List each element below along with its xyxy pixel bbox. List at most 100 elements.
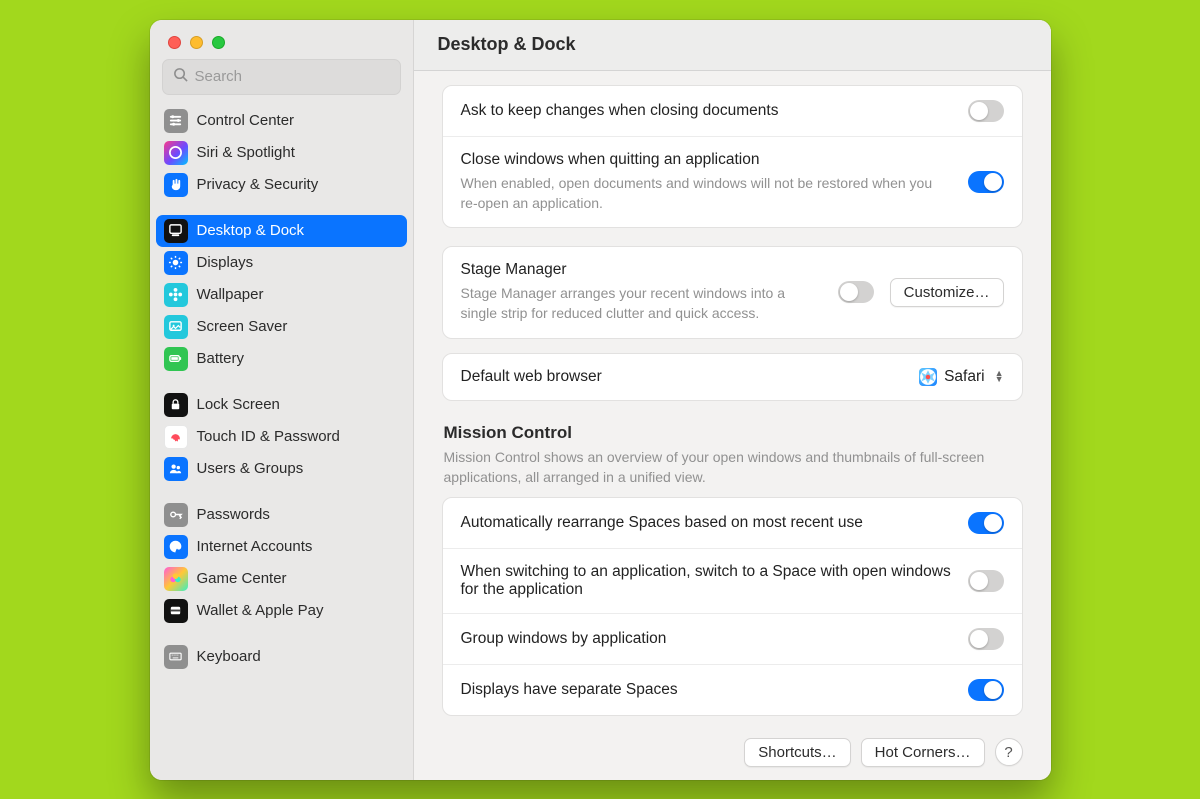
sidebar-item-touch-id-password[interactable]: Touch ID & Password (156, 421, 407, 453)
mission-row: Group windows by application (443, 613, 1022, 664)
sidebar-list: Control Center Siri & Spotlight Privacy & … (150, 105, 413, 685)
search-input[interactable] (195, 68, 394, 85)
mission-row: When switching to an application, switch… (443, 548, 1022, 613)
sidebar-item-users-groups[interactable]: Users & Groups (156, 453, 407, 485)
mission-control-header: Mission Control Mission Control shows an… (442, 419, 1023, 498)
ask-keep-row: Ask to keep changes when closing documen… (443, 86, 1022, 136)
sidebar-item-label: Control Center (197, 112, 295, 129)
sidebar-item-label: Battery (197, 350, 245, 367)
sidebar-item-passwords[interactable]: Passwords (156, 499, 407, 531)
key-icon (164, 503, 188, 527)
mission-row-label: Group windows by application (461, 630, 952, 648)
siri-icon (164, 141, 188, 165)
sidebar-item-privacy-security[interactable]: Privacy & Security (156, 169, 407, 201)
screensaver-icon (164, 315, 188, 339)
sidebar-item-desktop-dock[interactable]: Desktop & Dock (156, 215, 407, 247)
default-browser-select[interactable]: Safari ▲▼ (919, 368, 1003, 386)
default-browser-value: Safari (944, 368, 985, 386)
close-quit-row: Close windows when quitting an applicati… (443, 136, 1022, 228)
stage-customize-button[interactable]: Customize… (890, 278, 1004, 307)
sidebar-group: Control Center Siri & Spotlight Privacy & … (156, 105, 407, 201)
sidebar-item-battery[interactable]: Battery (156, 343, 407, 375)
browser-card: Default web browser Safari ▲▼ (442, 353, 1023, 401)
keyboard-icon (164, 645, 188, 669)
users-icon (164, 457, 188, 481)
sidebar-group: Lock Screen Touch ID & Password Users & Gr… (156, 389, 407, 485)
sidebar-item-lock-screen[interactable]: Lock Screen (156, 389, 407, 421)
footer-buttons: Shortcuts… Hot Corners… ? (442, 734, 1023, 767)
mission-row-label: Automatically rearrange Spaces based on … (461, 514, 952, 532)
search-field[interactable] (162, 59, 401, 95)
documents-card: Ask to keep changes when closing documen… (442, 85, 1023, 229)
mission-row-toggle[interactable] (968, 628, 1004, 650)
gamecenter-icon (164, 567, 188, 591)
shortcuts-button[interactable]: Shortcuts… (744, 738, 850, 767)
mission-row-label: Displays have separate Spaces (461, 681, 952, 699)
mission-row: Automatically rearrange Spaces based on … (443, 498, 1022, 548)
mission-row-toggle[interactable] (968, 570, 1004, 592)
at-icon (164, 535, 188, 559)
sidebar-item-keyboard[interactable]: Keyboard (156, 641, 407, 673)
stage-manager-card: Stage Manager Stage Manager arranges you… (442, 246, 1023, 339)
default-browser-label: Default web browser (461, 368, 904, 386)
sidebar-item-label: Wallet & Apple Pay (197, 602, 324, 619)
sidebar-item-siri-spotlight[interactable]: Siri & Spotlight (156, 137, 407, 169)
sidebar-item-label: Siri & Spotlight (197, 144, 295, 161)
sidebar-group: Passwords Internet Accounts Game Center Wal… (156, 499, 407, 627)
stage-manager-label: Stage Manager (461, 261, 822, 279)
mission-control-desc: Mission Control shows an overview of you… (444, 447, 1021, 488)
sun-icon (164, 251, 188, 275)
wallet-icon (164, 599, 188, 623)
stage-manager-toggle[interactable] (838, 281, 874, 303)
close-button[interactable] (168, 36, 181, 49)
mission-row-toggle[interactable] (968, 512, 1004, 534)
sidebar-item-label: Wallpaper (197, 286, 264, 303)
ask-keep-label: Ask to keep changes when closing documen… (461, 102, 952, 120)
minimize-button[interactable] (190, 36, 203, 49)
sidebar-item-wallet-apple-pay[interactable]: Wallet & Apple Pay (156, 595, 407, 627)
chevron-updown-icon: ▲▼ (995, 371, 1004, 382)
main-panel: Desktop & Dock Ask to keep changes when … (414, 20, 1051, 780)
sidebar-item-label: Internet Accounts (197, 538, 313, 555)
fullscreen-button[interactable] (212, 36, 225, 49)
hand-icon (164, 173, 188, 197)
help-button[interactable]: ? (995, 738, 1023, 766)
content-area: Ask to keep changes when closing documen… (414, 71, 1051, 780)
close-quit-desc: When enabled, open documents and windows… (461, 173, 952, 214)
sidebar-item-label: Desktop & Dock (197, 222, 305, 239)
mission-row-toggle[interactable] (968, 679, 1004, 701)
sidebar-item-wallpaper[interactable]: Wallpaper (156, 279, 407, 311)
sidebar-item-control-center[interactable]: Control Center (156, 105, 407, 137)
battery-icon (164, 347, 188, 371)
mission-control-title: Mission Control (444, 423, 1021, 443)
sliders-icon (164, 109, 188, 133)
page-title: Desktop & Dock (414, 20, 1051, 71)
sidebar-item-label: Users & Groups (197, 460, 304, 477)
sidebar: Control Center Siri & Spotlight Privacy & … (150, 20, 414, 780)
close-quit-label: Close windows when quitting an applicati… (461, 151, 952, 169)
sidebar-group: Desktop & Dock Displays Wallpaper Screen Sa… (156, 215, 407, 375)
sidebar-group: Keyboard (156, 641, 407, 673)
sidebar-item-label: Privacy & Security (197, 176, 319, 193)
sidebar-item-label: Game Center (197, 570, 287, 587)
system-settings-window: Control Center Siri & Spotlight Privacy & … (150, 20, 1051, 780)
sidebar-item-displays[interactable]: Displays (156, 247, 407, 279)
sidebar-item-internet-accounts[interactable]: Internet Accounts (156, 531, 407, 563)
sidebar-item-label: Screen Saver (197, 318, 288, 335)
safari-icon (919, 368, 937, 386)
ask-keep-toggle[interactable] (968, 100, 1004, 122)
sidebar-item-label: Displays (197, 254, 254, 271)
sidebar-item-game-center[interactable]: Game Center (156, 563, 407, 595)
search-icon (173, 67, 188, 87)
sidebar-item-screen-saver[interactable]: Screen Saver (156, 311, 407, 343)
sidebar-item-label: Touch ID & Password (197, 428, 340, 445)
flower-icon (164, 283, 188, 307)
lock-icon (164, 393, 188, 417)
default-browser-row: Default web browser Safari ▲▼ (443, 354, 1022, 400)
mission-row-label: When switching to an application, switch… (461, 563, 952, 599)
hot-corners-button[interactable]: Hot Corners… (861, 738, 985, 767)
mission-row: Displays have separate Spaces (443, 664, 1022, 715)
sidebar-item-label: Passwords (197, 506, 270, 523)
close-quit-toggle[interactable] (968, 171, 1004, 193)
sidebar-item-label: Lock Screen (197, 396, 280, 413)
